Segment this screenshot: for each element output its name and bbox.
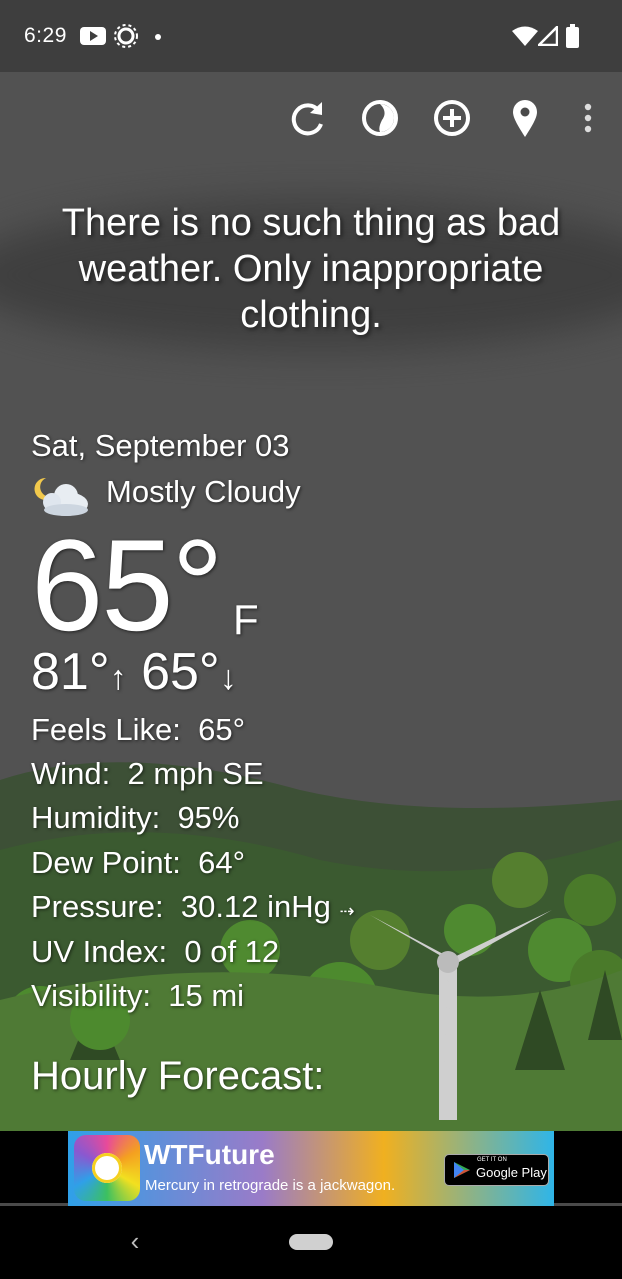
high-low-temperature: 81°↑ 65°↓ (31, 644, 237, 706)
detail-humidity: Humidity: 95% (31, 800, 239, 836)
detail-pressure: Pressure: 30.12 inHg ⇢ (31, 889, 355, 929)
forecast-date: Sat, September 03 (31, 428, 290, 463)
ad-subtitle: Mercury in retrograde is a jackwagon. (145, 1177, 396, 1194)
high-temperature: 81° (31, 643, 110, 701)
battery-icon (566, 24, 579, 48)
arrow-down-icon: ↓ (219, 659, 237, 697)
weather-quote: There is no such thing as bad weather. O… (61, 202, 561, 336)
condition-text: Mostly Cloudy (106, 474, 301, 509)
more-options-button[interactable] (566, 96, 610, 140)
current-temperature: 65° (31, 512, 224, 658)
detail-label: Dew Point: (31, 845, 181, 880)
ad-banner[interactable]: WTFuture Mercury in retrograde is a jack… (68, 1131, 554, 1206)
theme-icon (362, 100, 398, 136)
detail-label: Wind: (31, 756, 111, 791)
refresh-icon (291, 102, 323, 136)
detail-value: 65° (198, 712, 246, 747)
navigation-bar: ‹ (0, 1206, 622, 1279)
wifi-icon (512, 26, 538, 46)
dot-icon (155, 34, 161, 40)
add-location-icon (434, 100, 470, 136)
detail-feels-like: Feels Like: 65° (31, 712, 245, 748)
status-bar: 6:29 (0, 0, 622, 72)
detail-dew-point: Dew Point: 64° (31, 845, 245, 881)
home-button[interactable] (289, 1234, 333, 1250)
zodiac-wheel-icon (74, 1135, 140, 1201)
detail-wind: Wind: 2 mph SE (31, 756, 264, 792)
theme-button[interactable] (358, 96, 402, 140)
detail-label: Pressure: (31, 889, 164, 924)
hourly-forecast-heading: Hourly Forecast: (31, 1054, 325, 1098)
detail-value: 15 mi (168, 978, 245, 1013)
detail-label: Humidity: (31, 800, 161, 835)
location-pin-icon (513, 100, 537, 137)
youtube-icon (80, 27, 106, 45)
location-button[interactable] (503, 96, 547, 140)
detail-value: 30.12 inHg (180, 889, 331, 924)
chevron-left-icon: ‹ (130, 1226, 140, 1256)
refresh-button[interactable] (286, 96, 330, 140)
add-location-button[interactable] (430, 96, 474, 140)
detail-value: 64° (198, 845, 246, 880)
arrow-up-icon: ↑ (109, 659, 127, 697)
google-play-get-label: GET IT ON (477, 1157, 507, 1163)
status-time: 6:29 (24, 24, 67, 47)
detail-visibility: Visibility: 15 mi (31, 978, 244, 1014)
pressure-steady-arrow-icon: ⇢ (339, 901, 355, 921)
detail-label: UV Index: (31, 934, 168, 969)
cellular-icon (538, 26, 558, 46)
detail-value: 95% (177, 800, 240, 835)
google-play-label: Google Play (476, 1165, 547, 1180)
google-play-icon (454, 1162, 470, 1178)
low-temperature: 65° (141, 643, 220, 701)
detail-value: 0 of 12 (184, 934, 280, 969)
detail-uv-index: UV Index: 0 of 12 (31, 934, 279, 970)
more-vert-icon (584, 103, 592, 133)
google-play-button[interactable]: GET IT ON Google Play (444, 1154, 549, 1186)
back-button[interactable]: ‹ (124, 1226, 146, 1258)
detail-label: Feels Like: (31, 712, 181, 747)
weather-screen: 6:29 There is no such thing as bad weath… (0, 0, 622, 1279)
temperature-unit: F (233, 596, 259, 643)
detail-label: Visibility: (31, 978, 152, 1013)
ad-title: WTFuture (144, 1139, 275, 1170)
detail-value: 2 mph SE (127, 756, 264, 791)
sun-settings-icon (114, 24, 138, 48)
